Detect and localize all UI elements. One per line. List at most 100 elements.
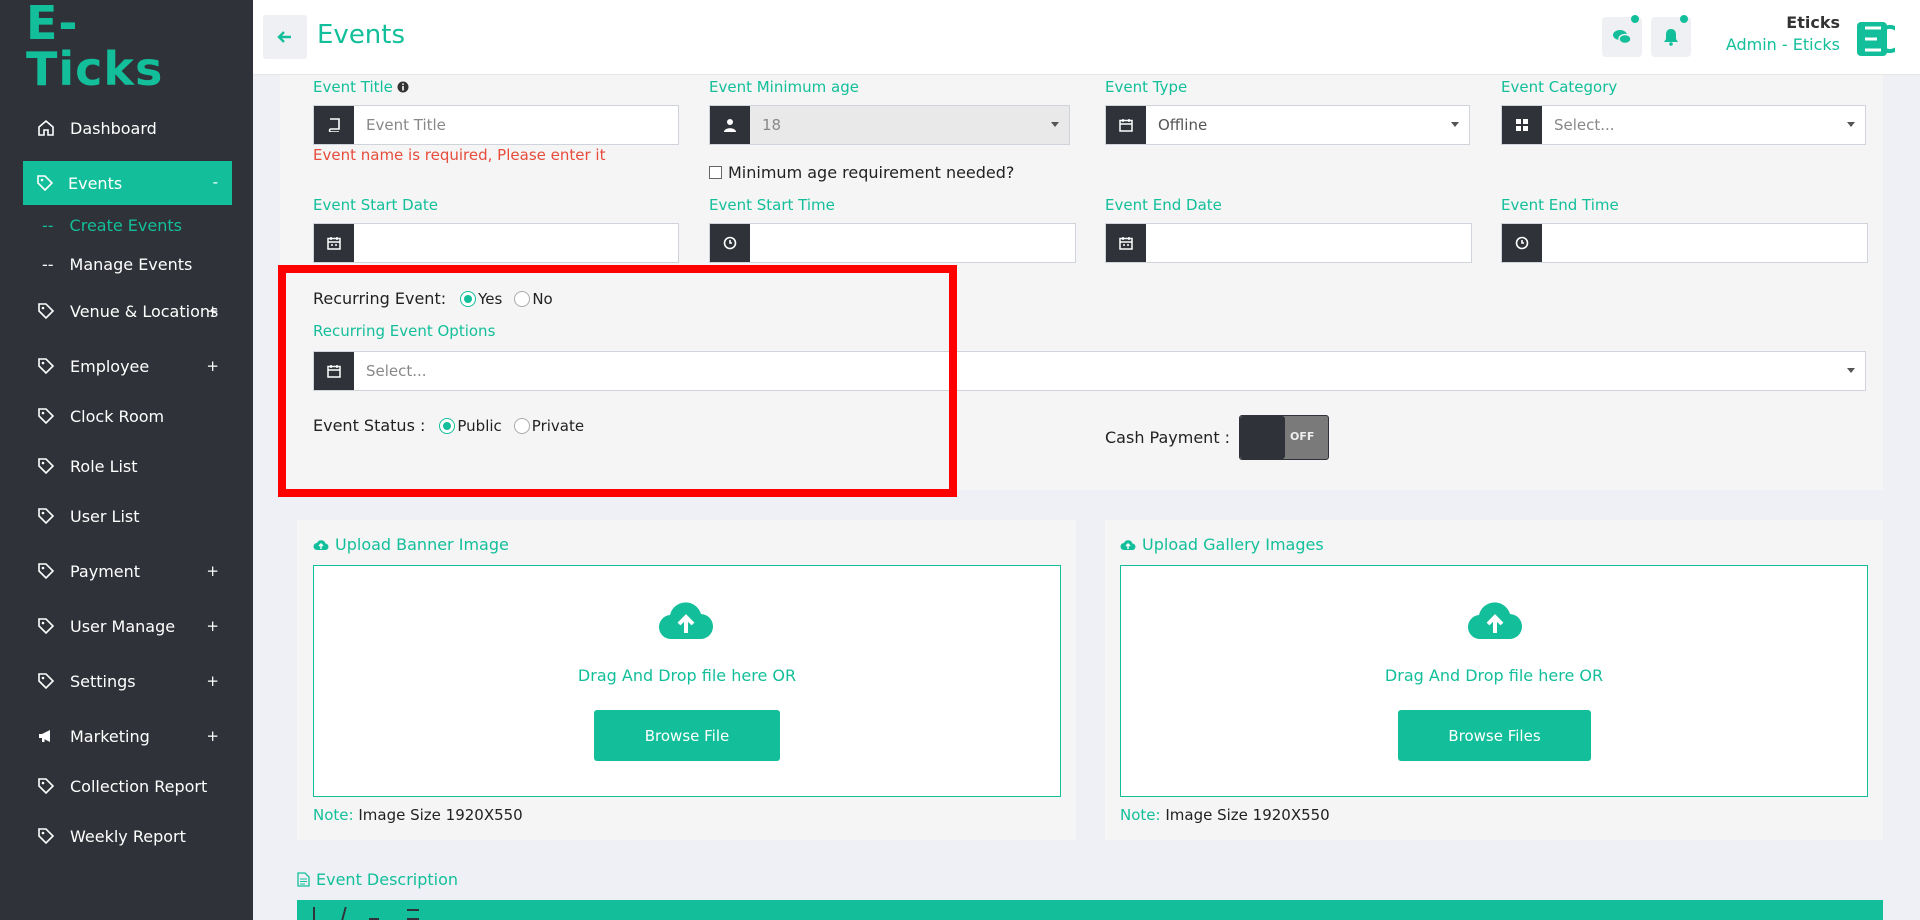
start-date-input[interactable] [354, 224, 678, 262]
event-category-select[interactable]: Select... [1501, 105, 1866, 145]
min-age-label: Event Minimum age [709, 78, 859, 96]
sidebar: E-Ticks Dashboard Events - -- Create Eve… [0, 0, 253, 920]
end-time-field[interactable] [1501, 223, 1868, 263]
page-title: Events [317, 20, 406, 50]
sidebar-item-marketing[interactable]: Marketing + [0, 714, 253, 758]
note-value: Image Size 1920X550 [358, 806, 523, 824]
sidebar-subitem-manage-events[interactable]: -- Manage Events [42, 253, 192, 275]
tag-icon [36, 776, 56, 796]
event-description-header: Event Description [297, 870, 458, 889]
sidebar-item-weekly-report[interactable]: Weekly Report [0, 814, 253, 858]
logo-text: E-Ticks [26, 0, 164, 96]
tag-icon [36, 506, 56, 526]
chevron-down-icon [1847, 122, 1855, 127]
sidebar-item-user-list[interactable]: User List [0, 494, 253, 538]
user-role: Admin - Eticks [1725, 35, 1840, 54]
min-age-value-field[interactable]: 18 [750, 106, 1069, 144]
document-icon [297, 872, 310, 887]
chat-icon [1613, 30, 1632, 45]
chat-button[interactable] [1602, 17, 1642, 57]
back-button[interactable] [263, 15, 307, 59]
arrow-left-icon [277, 31, 291, 43]
start-time-field[interactable] [709, 223, 1076, 263]
sidebar-item-label: Marketing [70, 726, 150, 746]
min-age-checkbox[interactable] [709, 166, 722, 179]
event-category-label: Event Category [1501, 78, 1618, 96]
tag-icon [36, 356, 56, 376]
italic-icon[interactable] [341, 907, 351, 920]
start-date-label: Event Start Date [313, 196, 439, 214]
list-icon[interactable] [407, 909, 419, 920]
sidebar-item-label: Settings [70, 671, 136, 691]
bold-icon[interactable] [313, 907, 321, 920]
sidebar-item-label: User List [70, 506, 140, 526]
sidebar-item-role-list[interactable]: Role List [0, 444, 253, 488]
sidebar-item-label: Collection Report [70, 776, 208, 796]
event-title-input[interactable]: Event Title [354, 106, 678, 144]
sidebar-item-events[interactable]: Events - [23, 161, 232, 205]
min-age-value: 18 [762, 116, 782, 134]
browse-file-button[interactable]: Browse File [594, 710, 780, 761]
user-avatar[interactable] [1855, 20, 1904, 58]
sidebar-item-clock-room[interactable]: Clock Room [0, 394, 253, 438]
banner-upload-title: Upload Banner Image [335, 535, 509, 554]
note-key: Note: [1120, 806, 1161, 824]
sidebar-item-label: Payment [70, 561, 141, 581]
sidebar-item-label: Weekly Report [70, 826, 186, 846]
chevron-down-icon [1451, 122, 1459, 127]
cloud-upload-icon [1120, 539, 1136, 550]
sidebar-item-label: Role List [70, 456, 138, 476]
sidebar-item-collection-report[interactable]: Collection Report [0, 764, 253, 808]
browse-files-button[interactable]: Browse Files [1398, 710, 1591, 761]
subitem-prefix: -- [42, 254, 54, 274]
chevron-down-icon [1847, 368, 1855, 373]
expand-indicator: + [206, 617, 219, 635]
brand-logo[interactable]: E-Ticks [26, 0, 206, 92]
event-type-select[interactable]: Offline [1105, 105, 1470, 145]
sidebar-item-venue-locations[interactable]: Venue & Locations + [0, 289, 253, 333]
info-icon[interactable] [397, 81, 409, 93]
home-icon [36, 118, 56, 138]
cash-payment-toggle[interactable]: OFF [1239, 415, 1329, 460]
start-date-field[interactable] [313, 223, 679, 263]
tag-icon [36, 301, 56, 321]
user-name: Eticks [1786, 13, 1840, 32]
min-age-select[interactable]: 18 [709, 105, 1070, 145]
banner-drop-zone[interactable]: Drag And Drop file here OR Browse File [313, 565, 1061, 797]
checkbox-label: Minimum age requirement needed? [728, 163, 1015, 182]
sidebar-item-employee[interactable]: Employee + [0, 344, 253, 388]
underline-icon[interactable] [369, 907, 379, 920]
subitem-label: Create Events [69, 215, 182, 235]
end-date-label: Event End Date [1105, 196, 1222, 214]
sidebar-item-payment[interactable]: Payment + [0, 549, 253, 593]
subitem-label: Manage Events [69, 254, 193, 274]
start-time-input[interactable] [750, 224, 1075, 262]
event-title-field[interactable]: Event Title [313, 105, 679, 145]
expand-indicator: + [206, 357, 219, 375]
note-key: Note: [313, 806, 354, 824]
expand-indicator: + [206, 727, 219, 745]
end-date-field[interactable] [1105, 223, 1472, 263]
event-type-value-field[interactable]: Offline [1146, 106, 1469, 144]
end-date-input[interactable] [1146, 224, 1471, 262]
tag-icon [36, 174, 54, 192]
sidebar-item-label: User Manage [70, 616, 176, 636]
sidebar-item-user-manage[interactable]: User Manage + [0, 604, 253, 648]
event-category-value-field[interactable]: Select... [1542, 106, 1865, 144]
end-time-input[interactable] [1542, 224, 1867, 262]
event-title-error: Event name is required, Please enter it [313, 146, 606, 164]
sidebar-subitem-create-events[interactable]: -- Create Events [42, 214, 182, 236]
event-description-title: Event Description [316, 870, 459, 889]
expand-indicator: + [206, 302, 219, 320]
sidebar-item-dashboard[interactable]: Dashboard [0, 106, 253, 150]
gallery-drop-zone[interactable]: Drag And Drop file here OR Browse Files [1120, 565, 1868, 797]
tag-icon [36, 826, 56, 846]
bell-icon [1664, 29, 1678, 46]
collapse-indicator: - [212, 173, 218, 191]
notifications-button[interactable] [1651, 17, 1691, 57]
label-text: Event Title [313, 78, 393, 96]
tag-icon [36, 616, 56, 636]
min-age-checkbox-row[interactable]: Minimum age requirement needed? [709, 163, 1014, 182]
sidebar-item-settings[interactable]: Settings + [0, 659, 253, 703]
sidebar-item-label: Clock Room [70, 406, 165, 426]
